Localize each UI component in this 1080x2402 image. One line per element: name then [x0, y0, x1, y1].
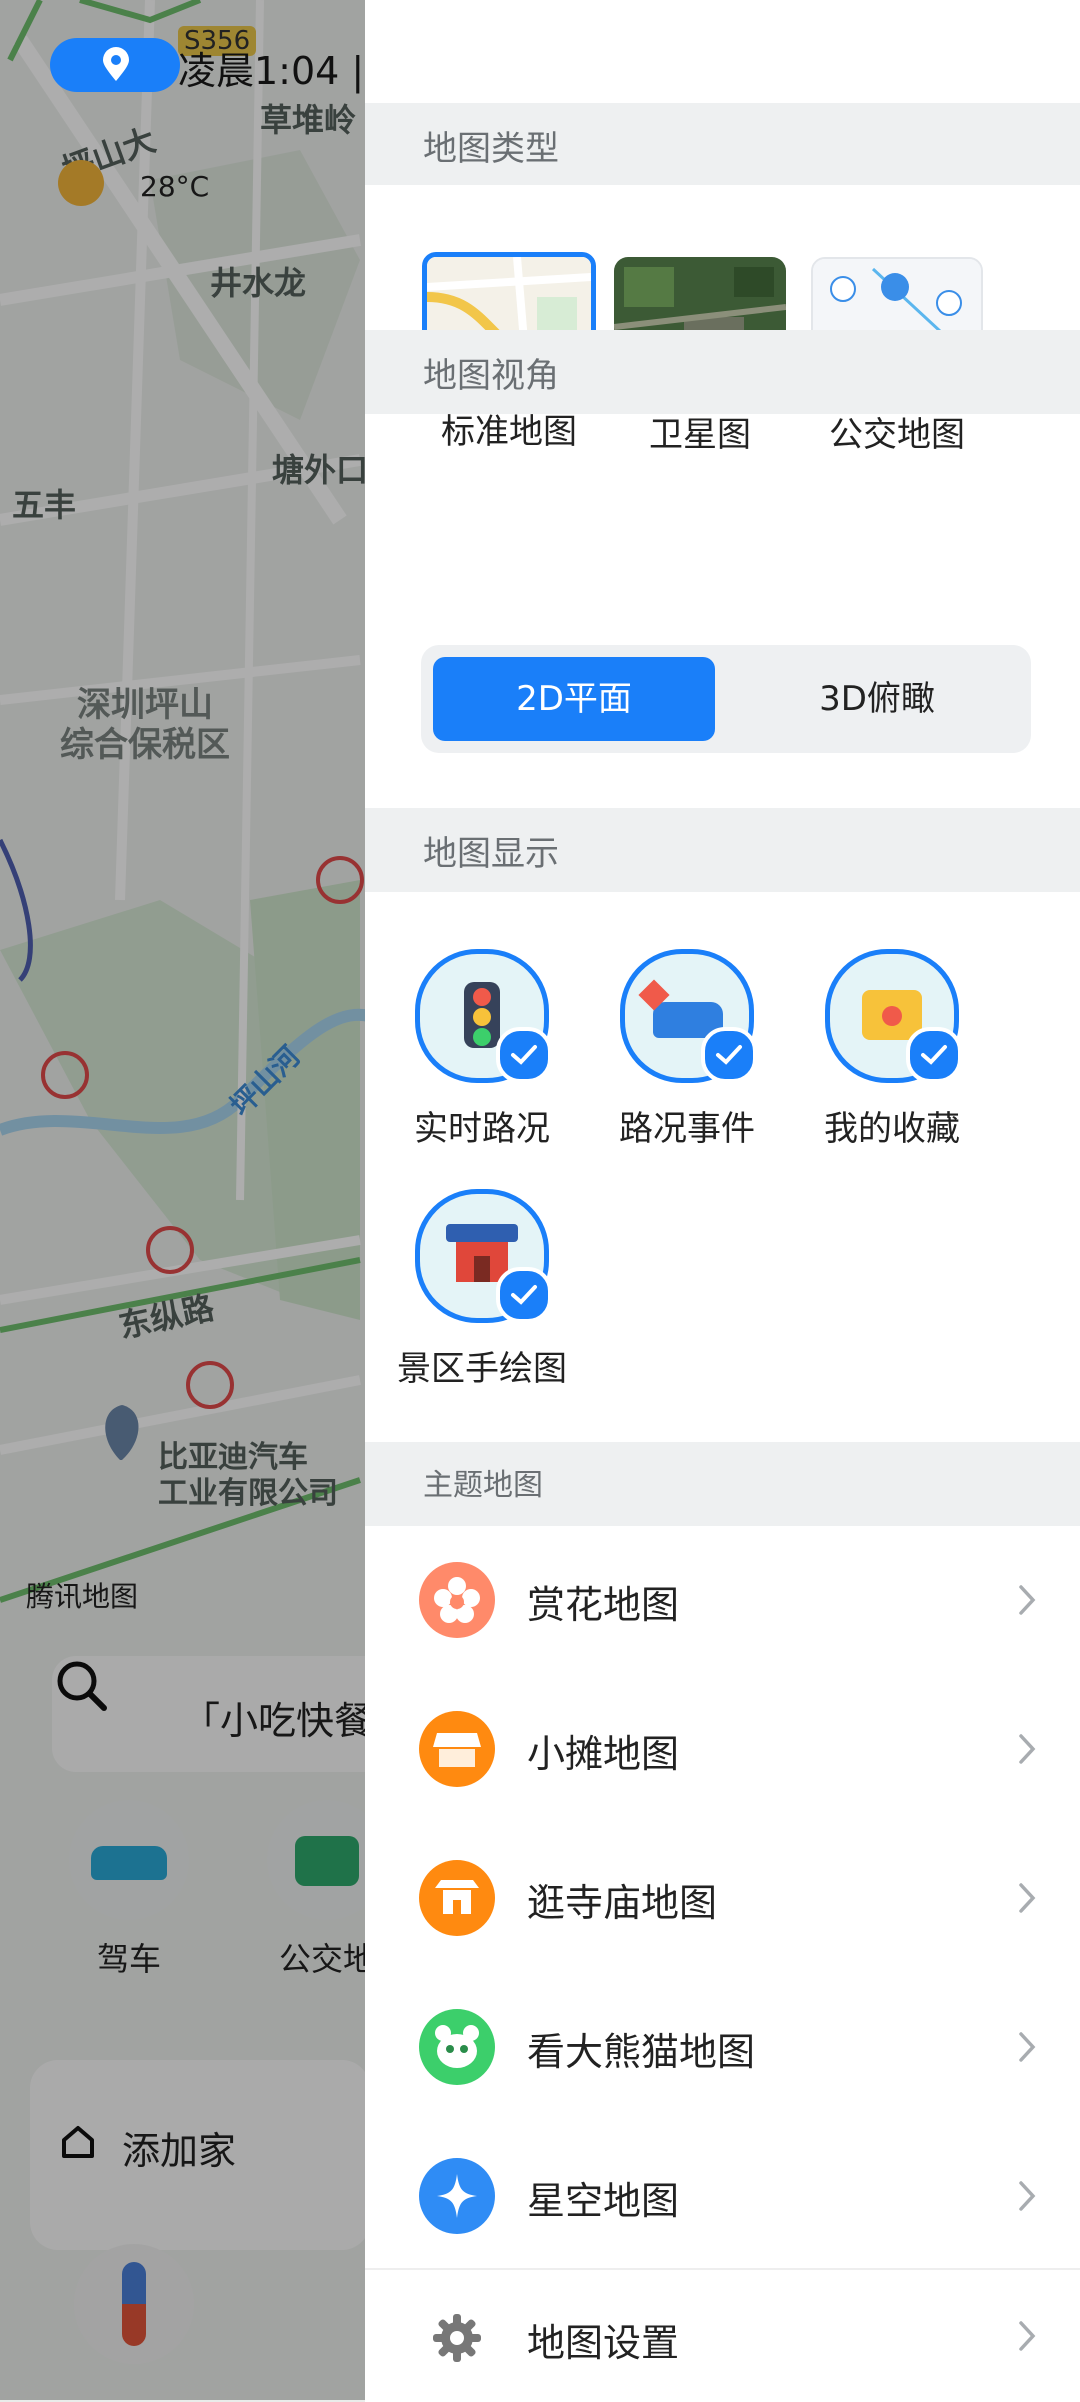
- map-type-label: 公交地图: [829, 415, 965, 455]
- temple-icon: [419, 1860, 495, 1936]
- panda-icon: [419, 2009, 495, 2085]
- theme-maps-section-header: 主题地图: [365, 1442, 1080, 1526]
- map-display-title: 地图显示: [423, 834, 559, 874]
- theme-label: 赏花地图: [527, 1583, 680, 1627]
- chevron-right-icon: [1019, 2032, 1036, 2062]
- chevron-right-icon: [1019, 1883, 1036, 1913]
- map-view-title: 地图视角: [423, 356, 559, 396]
- theme-label: 看大熊猫地图: [527, 2030, 756, 2074]
- theme-label: 逛寺庙地图: [527, 1881, 718, 1925]
- favorites-check-icon: [906, 1027, 962, 1083]
- map-view-toggle: 2D平面 3D俯瞰: [421, 645, 1031, 753]
- theme-stall-map[interactable]: 小摊地图: [365, 1675, 1080, 1824]
- display-label: 路况事件: [619, 1109, 755, 1149]
- location-pin-icon: [103, 47, 129, 81]
- map-layers-drawer: 地图类型 标准地图 卫星图 公交地图 地图视角 2D平面 3D俯瞰 地图显示 实…: [365, 0, 1080, 2402]
- display-realtime-traffic[interactable]: 实时路况: [392, 949, 572, 1150]
- view-2d-button[interactable]: 2D平面: [433, 657, 715, 741]
- display-traffic-events[interactable]: 路况事件: [597, 949, 777, 1150]
- realtime-traffic-check-icon: [496, 1027, 552, 1083]
- location-pill[interactable]: [50, 38, 180, 92]
- theme-maps-title: 主题地图: [423, 1468, 543, 1503]
- map-display-section-header: 地图显示: [365, 808, 1080, 892]
- chevron-right-icon: [1019, 2321, 1036, 2351]
- scenic-drawing-check-icon: [496, 1267, 552, 1323]
- map-view-section-header: 地图视角: [365, 330, 1080, 414]
- map-settings-label: 地图设置: [527, 2321, 680, 2365]
- flower-icon: [419, 1562, 495, 1638]
- theme-starry-map[interactable]: 星空地图: [365, 2122, 1080, 2271]
- traffic-events-check-icon: [701, 1027, 757, 1083]
- display-label: 实时路况: [414, 1109, 550, 1149]
- gear-icon: [433, 2314, 481, 2362]
- display-favorites[interactable]: 我的收藏: [802, 949, 982, 1150]
- theme-temple-map[interactable]: 逛寺庙地图: [365, 1824, 1080, 1973]
- map-type-title: 地图类型: [423, 129, 559, 169]
- theme-label: 小摊地图: [527, 1732, 680, 1776]
- display-label: 景区手绘图: [397, 1349, 567, 1389]
- chevron-right-icon: [1019, 1734, 1036, 1764]
- map-type-section-header: 地图类型: [365, 103, 1080, 185]
- theme-label: 星空地图: [527, 2179, 680, 2223]
- stall-icon: [419, 1711, 495, 1787]
- chevron-right-icon: [1019, 2181, 1036, 2211]
- map-settings-row[interactable]: 地图设置: [365, 2268, 1080, 2402]
- sparkle-icon: [419, 2158, 495, 2234]
- map-type-label: 卫星图: [649, 415, 751, 455]
- display-label: 我的收藏: [824, 1109, 960, 1149]
- theme-panda-map[interactable]: 看大熊猫地图: [365, 1973, 1080, 2122]
- view-3d-button[interactable]: 3D俯瞰: [736, 657, 1018, 741]
- theme-flower-map[interactable]: 赏花地图: [365, 1526, 1080, 1675]
- display-scenic-drawing[interactable]: 景区手绘图: [392, 1189, 572, 1390]
- chevron-right-icon: [1019, 1585, 1036, 1615]
